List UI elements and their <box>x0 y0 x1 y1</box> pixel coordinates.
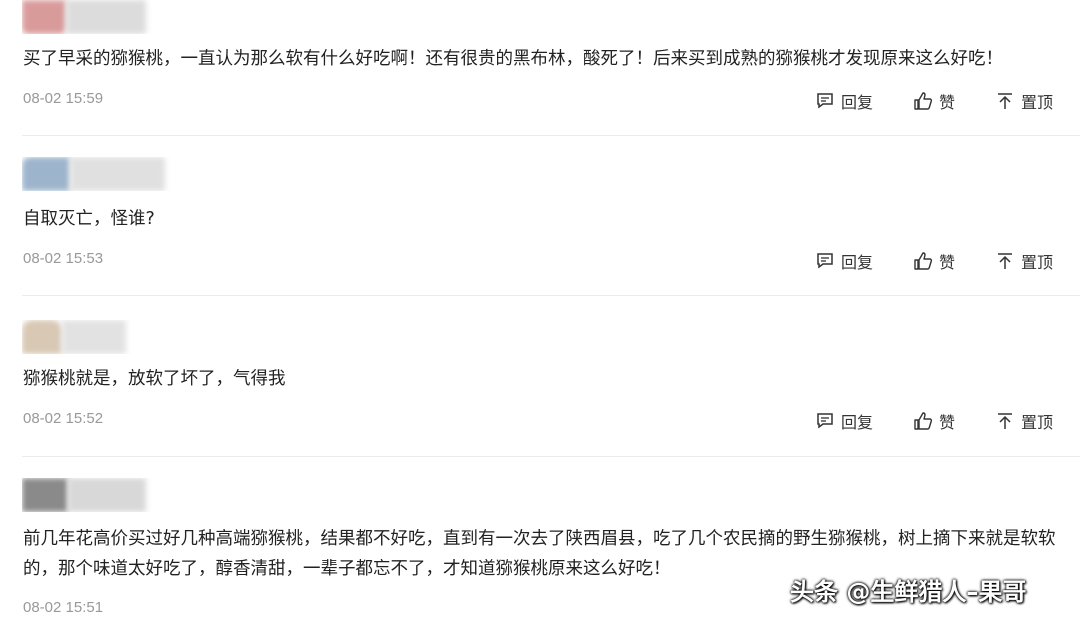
comment-text: 猕猴桃就是，放软了坏了，气得我 <box>23 369 286 389</box>
comment-time: 08-02 15:52 <box>23 410 104 427</box>
divider <box>22 456 1080 457</box>
comment-icon <box>817 93 833 109</box>
avatar[interactable] <box>22 157 172 191</box>
comment-icon <box>817 413 833 429</box>
like-label: 赞 <box>939 413 956 432</box>
like-label: 赞 <box>939 93 956 112</box>
avatar[interactable] <box>22 0 152 34</box>
pin-top-button[interactable]: 置顶 <box>995 409 1053 433</box>
reply-button[interactable]: 回复 <box>815 409 873 433</box>
like-label: 赞 <box>939 253 956 272</box>
thumbs-up-icon <box>914 252 933 270</box>
reply-label: 回复 <box>841 253 874 272</box>
pin-top-icon <box>998 413 1012 429</box>
thumbs-up-icon <box>914 92 933 110</box>
reply-label: 回复 <box>841 413 874 432</box>
pin-top-button[interactable]: 置顶 <box>995 89 1053 113</box>
reply-button[interactable]: 回复 <box>815 89 873 113</box>
thumbs-up-icon <box>914 412 933 430</box>
reply-button[interactable]: 回复 <box>815 249 873 273</box>
pin-top-label: 置顶 <box>1021 253 1054 272</box>
divider <box>22 295 1080 296</box>
like-button[interactable]: 赞 <box>913 409 955 433</box>
comment-time: 08-02 15:53 <box>23 250 104 267</box>
comment-time: 08-02 15:59 <box>23 90 104 107</box>
comment-icon <box>817 253 833 269</box>
pin-top-icon <box>998 253 1012 269</box>
like-button[interactable]: 赞 <box>913 89 955 113</box>
pin-top-label: 置顶 <box>1021 413 1054 432</box>
reply-label: 回复 <box>841 93 874 112</box>
watermark: 头条 @生鲜猎人–果哥 <box>790 578 1027 606</box>
pin-top-label: 置顶 <box>1021 93 1054 112</box>
divider <box>22 135 1080 136</box>
like-button[interactable]: 赞 <box>913 249 955 273</box>
comment-time: 08-02 15:51 <box>23 599 104 616</box>
comment-text: 买了早采的猕猴桃，一直认为那么软有什么好吃啊！还有很贵的黑布林，酸死了！后来买到… <box>23 49 1003 69</box>
avatar[interactable] <box>22 478 152 512</box>
pin-top-icon <box>998 93 1012 109</box>
comment-text: 自取灭亡，怪谁? <box>23 209 155 229</box>
pin-top-button[interactable]: 置顶 <box>995 249 1053 273</box>
avatar[interactable] <box>22 320 132 354</box>
